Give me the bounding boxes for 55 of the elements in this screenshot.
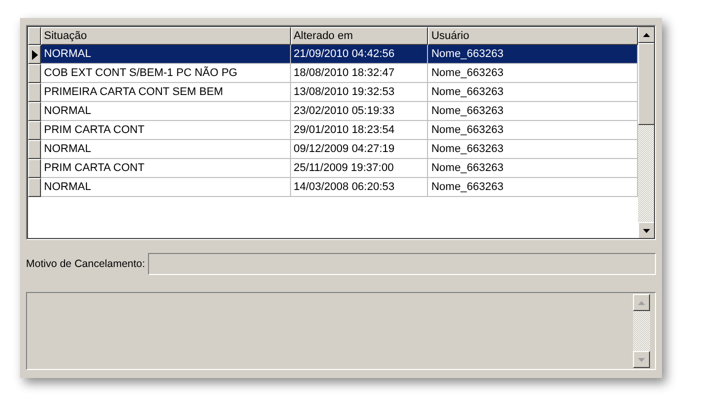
table-row[interactable]: PRIM CARTA CONT 29/01/2010 18:23:54 Nome_663263 [28,121,638,140]
table-row[interactable]: PRIM CARTA CONT 25/11/2009 19:37:00 Nome_663263 [28,159,638,178]
table-cell: PRIM CARTA CONT [41,159,291,178]
table-cell: Nome_663263 [428,121,638,140]
table-cell: NORMAL [41,178,291,197]
up-arrow-icon [638,300,645,304]
table-cell: NORMAL [41,102,291,121]
table-cell: COB EXT CONT S/BEM-1 PC NÃO PG [41,64,291,83]
row-indicator[interactable] [28,178,41,197]
column-header[interactable]: Situação [41,27,291,45]
table-cell: 14/03/2008 06:20:53 [290,178,428,197]
table-row[interactable]: NORMAL 21/09/2010 04:42:56 Nome_663263 [28,45,638,64]
row-indicator[interactable] [28,159,41,178]
table-row[interactable]: PRIMEIRA CARTA CONT SEM BEM 13/08/2010 19:32:53 Nome_663263 [28,83,638,102]
table-cell: 09/12/2009 04:27:19 [290,140,428,159]
down-arrow-icon [643,228,650,232]
table-cell: Nome_663263 [428,102,638,121]
scrollbar-thumb[interactable] [638,43,655,125]
table-row[interactable]: COB EXT CONT S/BEM-1 PC NÃO PG 18/08/2010 18:32:47 Nome_663263 [28,64,638,83]
table-cell: 21/09/2010 04:42:56 [290,45,428,64]
down-arrow-icon [638,358,645,362]
column-header[interactable]: Usuário [428,27,638,45]
scroll-up-button[interactable] [638,26,655,43]
row-indicator[interactable] [28,102,41,121]
input-field[interactable] [148,252,656,274]
scroll-down-button[interactable] [638,222,655,239]
table-cell: Nome_663263 [428,178,638,197]
table-cell: Nome_663263 [428,159,638,178]
row-indicator[interactable] [28,45,41,64]
table-cell: 23/02/2010 05:19:33 [290,102,428,121]
table-cell: PRIMEIRA CARTA CONT SEM BEM [41,83,291,102]
table-cell: Nome_663263 [428,140,638,159]
field-label: Motivo de Cancelamento: [26,258,146,270]
row-pointer-icon [32,50,38,60]
row-indicator[interactable] [28,64,41,83]
table-cell: Nome_663263 [428,64,638,83]
table-cell: NORMAL [41,140,291,159]
table-row[interactable]: NORMAL 23/02/2010 05:19:33 Nome_663263 [28,102,638,121]
table-cell: NORMAL [41,45,291,64]
table-cell: Nome_663263 [428,45,638,64]
table-row[interactable]: NORMAL 14/03/2008 06:20:53 Nome_663263 [28,178,638,197]
table-cell: 13/08/2010 19:32:53 [290,83,428,102]
row-indicator[interactable] [28,83,41,102]
row-indicator[interactable] [28,121,41,140]
table-cell: 18/08/2010 18:32:47 [290,64,428,83]
table-cell: 25/11/2009 19:37:00 [290,159,428,178]
table-cell: 29/01/2010 18:23:54 [290,121,428,140]
column-header[interactable]: Alterado em [290,27,428,45]
row-indicator[interactable] [28,140,41,159]
scroll-up-button[interactable] [633,294,650,311]
up-arrow-icon [643,32,650,36]
table-cell: PRIM CARTA CONT [41,121,291,140]
table-cell: Nome_663263 [428,83,638,102]
scroll-down-button[interactable] [633,351,650,368]
table-row[interactable]: NORMAL 09/12/2009 04:27:19 Nome_663263 [28,140,638,159]
